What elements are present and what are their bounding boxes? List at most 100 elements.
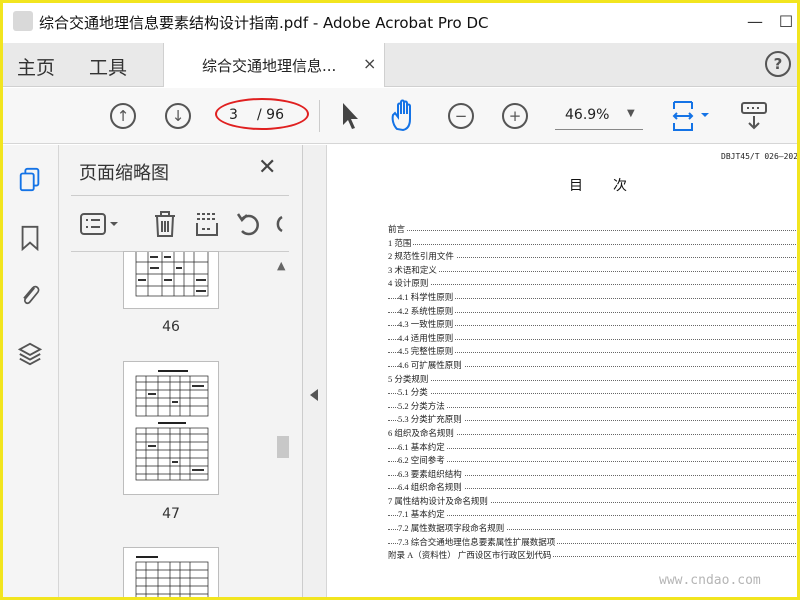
toc-entry-text: 4 设计原则 bbox=[388, 277, 431, 290]
toc-entry-text: 5 分类规则 bbox=[388, 372, 431, 385]
toc-entry[interactable]: 6.3 要素组织结构 bbox=[388, 467, 797, 482]
extract-pages-icon[interactable] bbox=[193, 209, 221, 239]
toc-leader-dots bbox=[388, 461, 797, 463]
help-icon[interactable]: ? bbox=[765, 51, 791, 77]
page-preview bbox=[135, 370, 209, 481]
toolbar: ↑ ↓ 3 / 96 − + 46.9% ▼ bbox=[3, 88, 797, 144]
page-number-label: 46 bbox=[162, 319, 180, 335]
select-cursor-icon[interactable] bbox=[340, 101, 360, 131]
page-preview bbox=[135, 251, 209, 297]
toc-leader-dots bbox=[388, 515, 797, 517]
tab-home[interactable]: 主页 bbox=[17, 53, 55, 80]
toc-entry[interactable]: 4.6 可扩展性原则 bbox=[388, 358, 797, 373]
thumbnail-scrollbar[interactable]: ▲ bbox=[275, 259, 291, 597]
toc-entry[interactable]: 前言 bbox=[388, 223, 797, 237]
zoom-value: 46.9% bbox=[565, 107, 610, 123]
toc-entry[interactable]: 7 属性结构设计及命名规则 bbox=[388, 494, 797, 509]
window-title: 综合交通地理信息要素结构设计指南.pdf - Adobe Acrobat Pro… bbox=[39, 14, 489, 32]
fit-page-icon[interactable] bbox=[671, 99, 715, 133]
toc-entry[interactable]: 6.4 组织命名规则 bbox=[388, 481, 797, 495]
tab-tools[interactable]: 工具 bbox=[89, 53, 127, 80]
zoom-out-button[interactable]: − bbox=[448, 103, 474, 129]
toc-entry[interactable]: 7.1 基本约定 bbox=[388, 508, 797, 522]
toc-entry-text: 4.3 一致性原则 bbox=[398, 318, 456, 331]
thumbnail-panel: 页面缩略图 ✕ 46 47 ▲ bbox=[59, 145, 303, 597]
page-thumbnail[interactable] bbox=[123, 361, 219, 495]
toc-entry[interactable]: 7.2 属性数据项字段命名规则 bbox=[388, 522, 797, 536]
collapse-panel-handle[interactable] bbox=[303, 145, 327, 597]
toc-entry[interactable]: 6 组织及命名规则 bbox=[388, 426, 797, 441]
toc-entry[interactable]: 5.1 分类 bbox=[388, 386, 797, 400]
toc-leader-dots bbox=[388, 393, 797, 395]
thumbnail-list: 46 47 bbox=[59, 251, 283, 597]
toc-entry[interactable]: 2 规范性引用文件 bbox=[388, 250, 797, 264]
toc-entry-text: 6.3 要素组织结构 bbox=[398, 467, 464, 480]
tab-document[interactable]: 综合交通地理信息... × bbox=[163, 43, 385, 87]
app-window: 综合交通地理信息要素结构设计指南.pdf - Adobe Acrobat Pro… bbox=[0, 0, 800, 600]
toc-entry[interactable]: 6.1 基本约定 bbox=[388, 440, 797, 455]
toc-entry-text: 6.2 空间参考 bbox=[398, 454, 447, 467]
previous-page-button[interactable]: ↑ bbox=[110, 103, 136, 129]
thumbnail-options-icon[interactable] bbox=[79, 209, 121, 239]
toc-entry[interactable]: 1 范围 bbox=[388, 236, 797, 251]
title-bar: 综合交通地理信息要素结构设计指南.pdf - Adobe Acrobat Pro… bbox=[3, 3, 797, 43]
toc-leader-dots bbox=[388, 447, 797, 449]
table-of-contents: 前言 1 范围 2 规范性引用文件 3 术语和定义 4 设计原则 4.1 科学性原则 4.2… bbox=[388, 223, 797, 563]
toc-entry[interactable]: 3 术语和定义 bbox=[388, 263, 797, 278]
scroll-mode-icon[interactable] bbox=[739, 100, 771, 132]
toc-entry[interactable]: 4.3 一致性原则 bbox=[388, 318, 797, 332]
toc-entry-text: 附录 A（资料性） 广西设区市行政区划代码 bbox=[388, 549, 554, 562]
hand-tool-icon[interactable] bbox=[389, 99, 421, 133]
page-thumbnails-icon[interactable] bbox=[17, 167, 43, 193]
document-view[interactable]: DBJT45/T 026—202 目次 前言 1 范围 2 规范性引用文件 3 术语和… bbox=[327, 145, 797, 597]
toc-entry-text: 6.1 基本约定 bbox=[398, 440, 447, 453]
chevron-down-icon: ▼ bbox=[627, 108, 635, 119]
toc-entry-text: 2 规范性引用文件 bbox=[388, 250, 456, 263]
minimize-button[interactable]: — bbox=[741, 9, 769, 35]
close-panel-button[interactable]: ✕ bbox=[258, 155, 276, 180]
toc-entry-text: 5.1 分类 bbox=[398, 386, 430, 399]
layers-icon[interactable] bbox=[17, 341, 43, 367]
toc-entry[interactable]: 5.2 分类方法 bbox=[388, 399, 797, 414]
toc-entry[interactable]: 4.1 科学性原则 bbox=[388, 290, 797, 305]
toc-entry[interactable]: 附录 A（资料性） 广西设区市行政区划代码 bbox=[388, 549, 797, 563]
collapse-arrow-icon bbox=[310, 389, 318, 401]
page-thumbnail[interactable] bbox=[123, 547, 219, 597]
scroll-up-icon[interactable]: ▲ bbox=[277, 259, 285, 272]
left-icon-rail bbox=[3, 145, 59, 597]
panel-title: 页面缩略图 bbox=[79, 163, 169, 184]
rotate-counterclockwise-icon[interactable] bbox=[235, 209, 263, 239]
scrollbar-thumb[interactable] bbox=[277, 436, 289, 458]
toc-entry-text: 5.2 分类方法 bbox=[398, 399, 447, 412]
maximize-button[interactable]: ☐ bbox=[772, 9, 797, 35]
toc-entry[interactable]: 4.4 适用性原则 bbox=[388, 331, 797, 346]
toc-entry-text: 3 术语和定义 bbox=[388, 263, 439, 276]
toc-leader-dots bbox=[388, 230, 797, 231]
page-thumbnail[interactable] bbox=[123, 251, 219, 309]
toc-entry[interactable]: 4.5 完整性原则 bbox=[388, 345, 797, 359]
next-page-button[interactable]: ↓ bbox=[165, 103, 191, 129]
toc-entry[interactable]: 4.2 系统性原则 bbox=[388, 304, 797, 319]
page-preview bbox=[135, 556, 209, 597]
zoom-dropdown[interactable]: 46.9% ▼ bbox=[555, 102, 643, 130]
delete-page-icon[interactable] bbox=[151, 209, 179, 239]
toc-leader-dots bbox=[388, 406, 797, 408]
toc-entry[interactable]: 5.3 分类扩充原则 bbox=[388, 413, 797, 427]
toc-entry[interactable]: 6.2 空间参考 bbox=[388, 454, 797, 468]
toc-entry-text: 7.1 基本约定 bbox=[398, 508, 447, 521]
toc-entry-text: 4.5 完整性原则 bbox=[398, 345, 456, 358]
toc-entry[interactable]: 5 分类规则 bbox=[388, 372, 797, 387]
toc-leader-dots bbox=[388, 243, 797, 245]
toc-entry[interactable]: 7.3 综合交通地理信息要素属性扩展数据项 bbox=[388, 535, 797, 550]
toc-entry-text: 4.1 科学性原则 bbox=[398, 290, 456, 303]
bookmark-icon[interactable] bbox=[17, 225, 43, 251]
toc-entry-text: 5.3 分类扩充原则 bbox=[398, 413, 464, 426]
toc-leader-dots bbox=[388, 270, 797, 272]
toc-entry-text: 4.6 可扩展性原则 bbox=[398, 358, 464, 371]
zoom-in-button[interactable]: + bbox=[502, 103, 528, 129]
attachment-icon[interactable] bbox=[17, 281, 43, 307]
close-tab-button[interactable]: × bbox=[363, 54, 376, 73]
rotate-clockwise-icon[interactable] bbox=[273, 209, 283, 239]
tab-bar: 主页 工具 综合交通地理信息... × ? bbox=[3, 43, 797, 87]
toc-entry[interactable]: 4 设计原则 bbox=[388, 277, 797, 291]
